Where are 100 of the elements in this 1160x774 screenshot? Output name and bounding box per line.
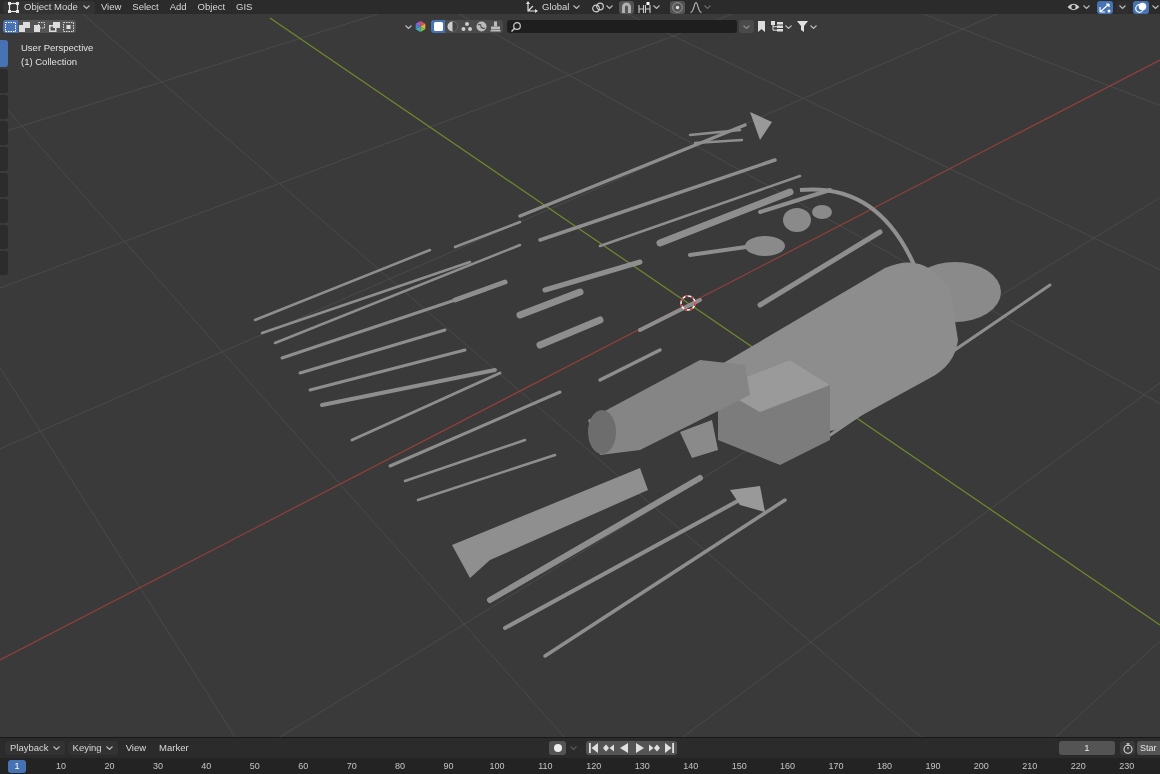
caret-icon	[1152, 5, 1159, 9]
frame-number: 90	[443, 761, 454, 771]
jump-end-icon	[665, 743, 675, 753]
object-mode-icon	[8, 1, 19, 13]
menu-item[interactable]: Marker	[154, 741, 194, 755]
frame-number: 100	[489, 761, 505, 771]
gizmo-toggle[interactable]	[1097, 0, 1113, 14]
jump-start-icon	[589, 743, 599, 753]
search-field[interactable]	[506, 20, 737, 33]
filter-mode-button[interactable]	[431, 20, 446, 33]
previous-keyframe-button[interactable]	[601, 741, 617, 755]
grid-snap-icon	[638, 1, 652, 13]
play-reverse-button[interactable]	[616, 741, 632, 755]
timeline-dropdown[interactable]: Playback	[5, 741, 65, 755]
caret-icon	[742, 24, 750, 29]
hierarchy-dropdown[interactable]	[770, 20, 792, 33]
bookmark-icon	[757, 21, 765, 32]
menu-item[interactable]: View	[120, 741, 152, 755]
tree-icon	[770, 21, 783, 32]
gizmo-arrows-icon	[1099, 1, 1111, 13]
stamp-icon	[490, 21, 502, 32]
current-frame-field[interactable]: 1	[1059, 741, 1115, 755]
falloff-dropdown[interactable]	[688, 0, 714, 14]
caret-icon	[809, 24, 817, 29]
square-intersect-icon	[63, 21, 75, 32]
view-name-label: User Perspective	[21, 41, 94, 55]
frame-number: 150	[731, 761, 747, 771]
selection-mode-button[interactable]	[61, 20, 76, 33]
frame-number: 170	[828, 761, 844, 771]
caret-icon	[82, 5, 90, 9]
circle-dot-icon	[672, 1, 684, 13]
curve-icon	[690, 1, 703, 13]
filter-dropdown[interactable]	[796, 20, 817, 33]
frame-number: 40	[201, 761, 212, 771]
dropdown-toggle-button[interactable]	[738, 20, 754, 33]
globe-icon	[475, 21, 487, 32]
frame-number: 200	[973, 761, 989, 771]
caret-icon	[573, 5, 581, 9]
menu-item[interactable]: Add	[164, 0, 192, 14]
record-button[interactable]	[549, 741, 566, 755]
square-icon	[432, 21, 444, 32]
previous-keyframe-icon	[603, 743, 615, 753]
frame-number: 60	[298, 761, 309, 771]
menu-item[interactable]: Object	[192, 0, 231, 14]
frame-number: 20	[104, 761, 115, 771]
start-frame-field[interactable]: Star	[1137, 741, 1160, 755]
jump-to-start-button[interactable]	[586, 741, 602, 755]
stopwatch-icon	[1122, 742, 1133, 754]
caret-icon	[52, 746, 60, 750]
square-subtract-icon	[34, 21, 45, 32]
frame-number: 110	[538, 761, 553, 771]
caret-icon	[784, 24, 792, 29]
magnet-icon	[621, 1, 633, 13]
caret-icon	[405, 24, 412, 29]
next-keyframe-icon	[648, 743, 660, 753]
caret-icon	[105, 746, 113, 750]
frame-number: 180	[876, 761, 892, 771]
frame-number: 10	[56, 761, 66, 771]
gizmo-options-button[interactable]	[1116, 0, 1129, 14]
timeline-dropdown[interactable]: Keying	[67, 741, 118, 755]
frame-number: 140	[683, 761, 699, 771]
proportional-edit-button[interactable]	[670, 0, 686, 14]
menu-item[interactable]: Select	[127, 0, 164, 14]
selection-mode-button[interactable]	[3, 20, 18, 33]
menu-item[interactable]: GIS	[231, 0, 258, 14]
current-frame-marker: 1	[8, 759, 26, 773]
dashed-square-icon	[4, 21, 16, 32]
frame-number: 220	[1070, 761, 1086, 771]
overlapping-circles-icon	[1135, 1, 1147, 13]
overlay-toggle[interactable]	[1133, 0, 1149, 14]
linked-rings-icon	[592, 1, 605, 13]
square-difference-icon	[48, 21, 60, 32]
caret-icon	[606, 5, 614, 9]
preview-range-button[interactable]	[1120, 741, 1135, 755]
color-wheel-icon	[415, 21, 426, 32]
frame-number: 130	[634, 761, 650, 771]
selection-mode-button[interactable]	[32, 20, 47, 33]
frame-number: 190	[925, 761, 941, 771]
caret-icon	[1119, 5, 1126, 9]
caret-icon	[704, 5, 712, 9]
search-icon	[510, 21, 521, 32]
filter-mode-button[interactable]	[445, 20, 460, 33]
3d-cursor-icon	[680, 295, 696, 311]
dots-icon	[461, 21, 473, 32]
overlapping-squares-icon	[19, 21, 31, 32]
mode-dropdown[interactable]: Object Mode	[3, 0, 95, 14]
snap-target-dropdown[interactable]	[637, 0, 662, 14]
filter-mode-button[interactable]	[474, 20, 489, 33]
menu-item[interactable]: View	[95, 0, 127, 14]
frame-number: 230	[1119, 761, 1135, 771]
caret-icon	[570, 746, 577, 750]
reverse-play-icon	[619, 743, 629, 753]
frame-number: 120	[586, 761, 602, 771]
frame-number: 30	[152, 761, 163, 771]
orientation-dropdown[interactable]: Global	[524, 0, 583, 14]
filter-icon	[796, 21, 808, 32]
bookmark-button[interactable]	[755, 20, 767, 33]
snap-button[interactable]	[619, 0, 635, 14]
caret-icon	[653, 5, 661, 9]
frame-number: 210	[1022, 761, 1038, 771]
